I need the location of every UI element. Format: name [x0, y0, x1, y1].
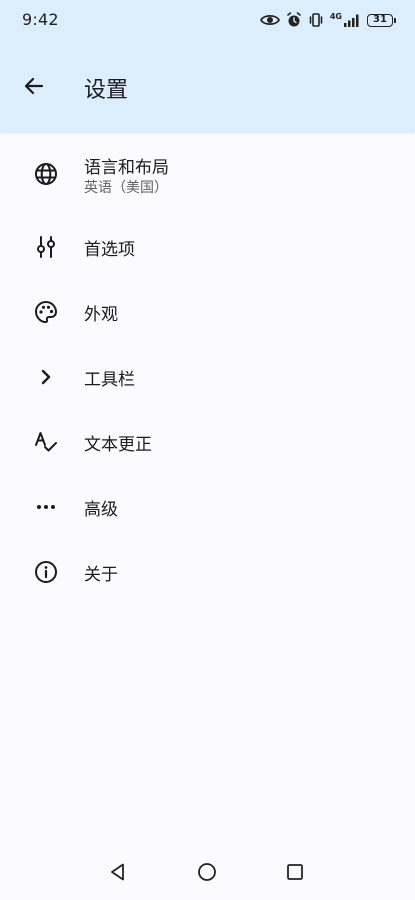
arrow-back-icon [24, 77, 44, 95]
settings-item-label: 高级 [84, 500, 118, 520]
settings-item-language[interactable]: 语言和布局 英语（美国） [0, 132, 415, 214]
alarm-icon [286, 12, 302, 28]
status-time: 9:42 [22, 10, 59, 29]
nav-home-button[interactable] [190, 855, 224, 889]
nav-recents-button[interactable] [278, 855, 312, 889]
nav-recents-icon [287, 864, 303, 880]
settings-item-about[interactable]: 关于 [0, 539, 415, 604]
battery-icon: 31 [367, 13, 396, 27]
settings-item-preferences[interactable]: 首选项 [0, 214, 415, 279]
more-horiz-icon [33, 494, 59, 520]
palette-icon [33, 299, 59, 325]
vibrate-icon [308, 12, 324, 28]
info-icon [33, 559, 59, 585]
network-type: 4G [329, 11, 342, 21]
nav-home-icon [198, 863, 216, 881]
settings-item-text-correction[interactable]: 文本更正 [0, 409, 415, 474]
settings-item-appearance[interactable]: 外观 [0, 279, 415, 344]
app-bar: 设置 [0, 40, 415, 132]
system-nav-bar [0, 844, 415, 900]
settings-item-label: 外观 [84, 305, 118, 325]
tune-icon [33, 234, 59, 260]
page-title: 设置 [84, 78, 129, 103]
settings-item-label: 文本更正 [84, 435, 152, 455]
status-bar: 9:42 4G 31 [0, 0, 415, 40]
status-icons: 4G 31 [259, 10, 396, 30]
spellcheck-icon [33, 429, 59, 455]
nav-back-button[interactable] [101, 855, 135, 889]
settings-item-label: 首选项 [84, 240, 135, 260]
signal-icon [343, 13, 361, 27]
settings-list: 语言和布局 英语（美国） 首选项 外观 工具栏 文本更正 高级 关于 [0, 132, 415, 604]
settings-screen: 9:42 4G 31 设置 语言和布局 英语（美国） 首选项 外观 工具栏 文本… [0, 0, 415, 900]
chevron-right-icon [33, 364, 59, 390]
settings-item-label: 关于 [84, 565, 118, 585]
settings-item-label: 工具栏 [84, 370, 135, 390]
settings-item-sublabel: 英语（美国） [84, 180, 168, 196]
eye-icon [259, 13, 280, 27]
settings-item-advanced[interactable]: 高级 [0, 474, 415, 539]
back-button[interactable] [14, 66, 54, 106]
battery-level: 31 [373, 14, 387, 25]
globe-icon [33, 161, 59, 187]
nav-back-icon [111, 863, 124, 881]
settings-item-toolbar[interactable]: 工具栏 [0, 344, 415, 409]
settings-item-label: 语言和布局 [84, 158, 169, 178]
